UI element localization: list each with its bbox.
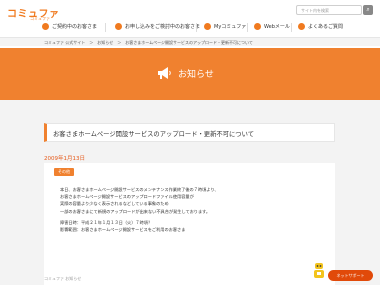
content-area: お客さまホームページ開設サービスのアップロード・更新不可について 2009年1月… [0, 100, 380, 285]
global-nav: ご契約中のお客さま お申し込みをご検討中のお客さま Myコミュファ Webメール… [0, 21, 380, 35]
nav-label: ご契約中のお客さま [52, 24, 98, 30]
nav-label: お申し込みをご検討中のお客さま [125, 24, 201, 30]
article-line: 実際の容量より少なく表示されるなどしている事象のため [60, 201, 169, 207]
nav-label: よくあるご質問 [308, 24, 344, 30]
nav-item-mycommufa[interactable]: Myコミュファ [204, 23, 246, 30]
breadcrumb[interactable]: コミュファ 公式サイト ＞ お知らせ ＞ お客さまホームページ開設サービスのアッ… [44, 40, 253, 46]
footer-fragment: コミュファ お知らせ [44, 276, 82, 281]
megaphone-icon [158, 67, 171, 79]
site-header: コミュファ コミュファ サイト内を検索 ⌕ ご契約中のお客さま お申し込みをご検… [0, 0, 380, 37]
page-title: お知らせ [178, 70, 214, 80]
nav-item-apply[interactable]: お申し込みをご検討中のお客さま [115, 23, 200, 30]
article-line: 影響範囲：お客さまホームページ開設サービスをご利用のお客さま [60, 227, 186, 233]
search-icon[interactable]: ⌕ [363, 5, 373, 15]
article-line: お客さまホームページ開設サービスのアップロードファイル使用容量が [60, 194, 194, 200]
nav-label: Webメール [264, 24, 290, 30]
article-title: お客さまホームページ開設サービスのアップロード・更新不可について [53, 131, 254, 138]
article-line: 一部のお客さまにて新規のアップロードが出来ない不具合が発生しております。 [60, 208, 211, 214]
search-input[interactable]: サイト内を検索 [296, 5, 362, 15]
article-line: 障害日時：平成２１年１月１３日（火）７時頃？ [60, 219, 153, 225]
mail-icon [254, 23, 261, 30]
article-date: 2009年1月13日 [44, 156, 85, 162]
article-panel: その他 本日、お客さまホームページ開設サービスのメンテナンス作業終了後の７時頃よ… [44, 163, 335, 285]
nav-divider [247, 23, 248, 32]
question-icon [298, 23, 305, 30]
article-body: 本日、お客さまホームページ開設サービスのメンテナンス作業終了後の７時頃より、 お… [60, 186, 326, 233]
article-title-box: お客さまホームページ開設サービスのアップロード・更新不可について [44, 123, 335, 142]
heart-icon [204, 23, 211, 30]
page-banner: お知らせ [0, 48, 380, 100]
nav-divider [105, 23, 106, 32]
breadcrumb-bar: コミュファ 公式サイト ＞ お知らせ ＞ お客さまホームページ開設サービスのアッ… [0, 37, 380, 46]
article-line: 本日、お客さまホームページ開設サービスのメンテナンス作業終了後の７時頃より、 [60, 187, 219, 192]
category-badge: その他 [54, 168, 74, 176]
nav-item-faq[interactable]: よくあるご質問 [298, 23, 343, 30]
person-icon [42, 23, 49, 30]
nav-divider [196, 23, 197, 32]
nav-divider [291, 23, 292, 32]
nav-item-subscribers[interactable]: ご契約中のお客さま [42, 23, 97, 30]
document-icon [115, 23, 122, 30]
nav-label: Myコミュファ [214, 24, 247, 30]
net-support-button[interactable]: ネットサポート [328, 270, 373, 281]
nav-item-webmail[interactable]: Webメール [254, 23, 290, 30]
support-robot-icon[interactable] [312, 262, 326, 280]
